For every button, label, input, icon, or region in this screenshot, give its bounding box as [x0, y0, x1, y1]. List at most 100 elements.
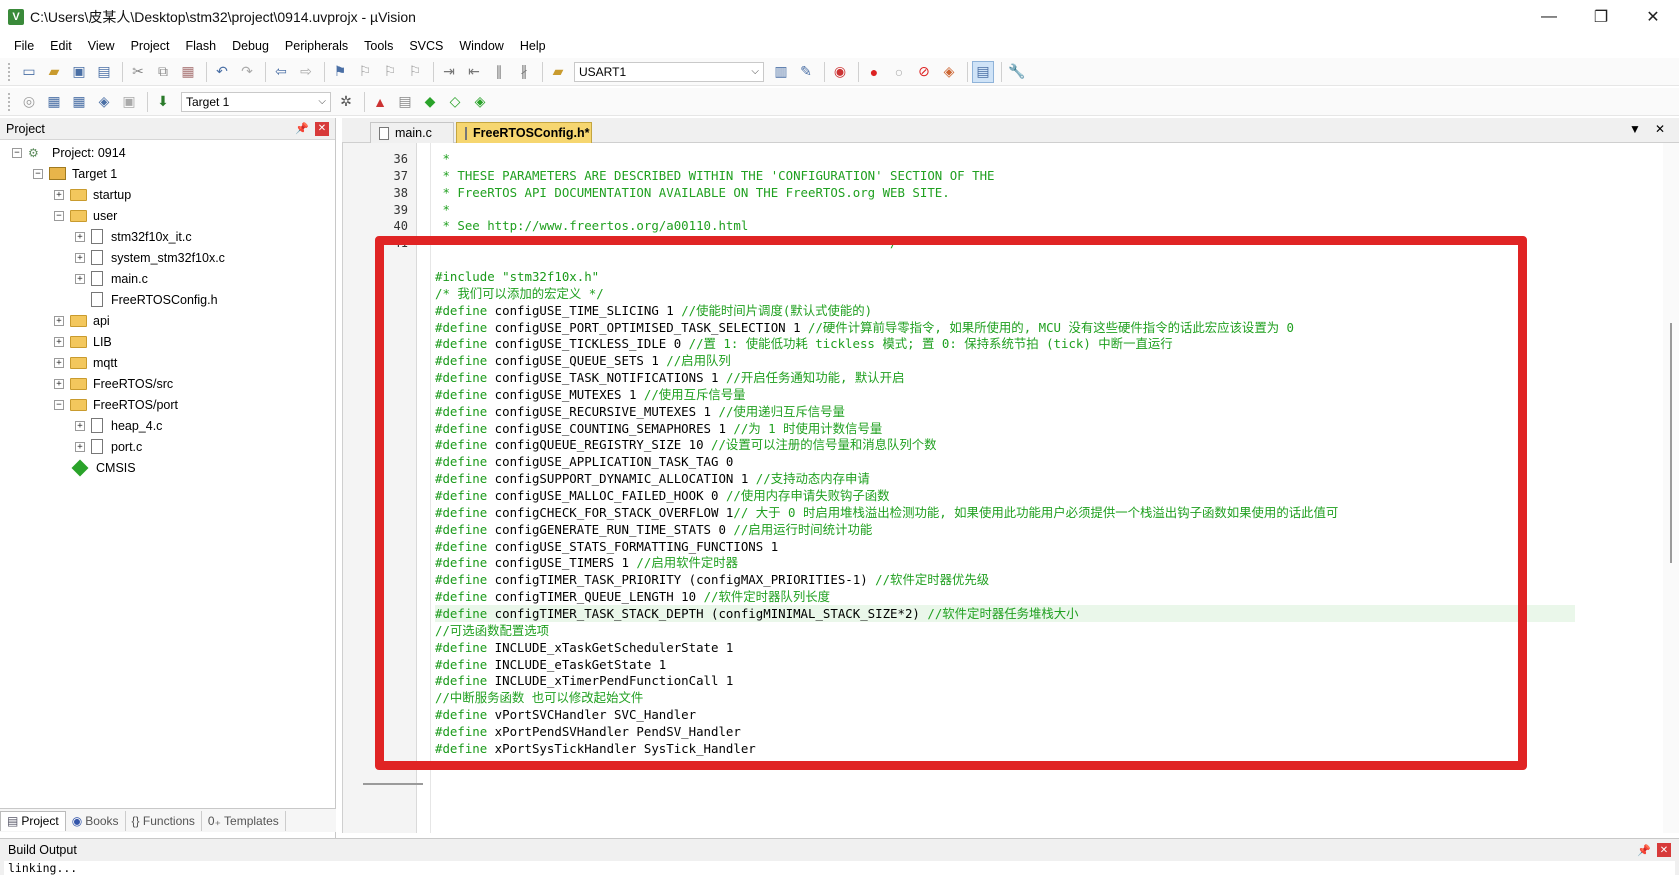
scroll-thumb[interactable]	[1670, 323, 1672, 563]
breakpoint-icon[interactable]: ●	[863, 61, 885, 83]
tree-item-system-stm32f10x-c[interactable]: + system_stm32f10x.c	[0, 247, 335, 268]
paste-icon[interactable]: ▦	[177, 61, 199, 83]
restore-button[interactable]: ❐	[1575, 0, 1627, 34]
code-editor[interactable]: 36 37 38 39 40 41 * * THESE PARAMETERS ARE DE…	[342, 143, 1679, 833]
incremental-find-icon[interactable]: ✎	[795, 61, 817, 83]
navigate-forward-icon[interactable]: ⇨	[295, 61, 317, 83]
expand-icon[interactable]: +	[75, 231, 85, 242]
pack-update-icon[interactable]: ◈	[469, 91, 491, 113]
tree-item-project-0914[interactable]: − ⚙ Project: 0914	[0, 142, 335, 163]
new-file-icon[interactable]: ▭	[18, 61, 40, 83]
tab-functions[interactable]: {} Functions	[126, 810, 202, 831]
navigate-back-icon[interactable]: ⇦	[270, 61, 292, 83]
tab-main-c[interactable]: main.c	[370, 122, 454, 143]
expand-icon[interactable]: +	[54, 315, 64, 326]
menu-view[interactable]: View	[80, 39, 123, 53]
indent-icon[interactable]: ⇥	[438, 61, 460, 83]
prev-bookmark-icon[interactable]: ⚐	[354, 61, 376, 83]
save-all-icon[interactable]: ▤	[93, 61, 115, 83]
close-button[interactable]: ✕	[1627, 0, 1679, 34]
run-time-env-icon[interactable]: ▤	[394, 91, 416, 113]
tree-item-main-c[interactable]: + main.c	[0, 268, 335, 289]
bookmark-icon[interactable]: ⚑	[329, 61, 351, 83]
tab-list-dropdown-icon[interactable]: ▼	[1629, 122, 1641, 136]
manage-components-icon[interactable]: ▲	[369, 91, 391, 113]
collapse-icon[interactable]: −	[54, 399, 64, 410]
tree-item-lib[interactable]: + LIB	[0, 331, 335, 352]
expand-icon[interactable]: +	[75, 273, 85, 284]
tree-item-freertosconfig-h[interactable]: FreeRTOSConfig.h	[0, 289, 335, 310]
vertical-scrollbar[interactable]	[1663, 143, 1679, 833]
find-in-files-icon[interactable]: ▰	[547, 61, 569, 83]
tree-item-heap-4-c[interactable]: + heap_4.c	[0, 415, 335, 436]
tree-item-api[interactable]: + api	[0, 310, 335, 331]
menu-edit[interactable]: Edit	[42, 39, 80, 53]
save-icon[interactable]: ▣	[68, 61, 90, 83]
cut-icon[interactable]: ✂	[127, 61, 149, 83]
configure-icon[interactable]: 🔧	[1006, 61, 1028, 83]
pack-installer-icon[interactable]: ◆	[419, 91, 441, 113]
download-icon[interactable]: ⬇	[152, 91, 174, 113]
kill-breakpoints-icon[interactable]: ⊘	[913, 61, 935, 83]
tree-item-target-1[interactable]: − Target 1	[0, 163, 335, 184]
tree-item-cmsis[interactable]: CMSIS	[0, 457, 335, 478]
find-combo[interactable]: USART1 ⌵	[574, 61, 764, 82]
pin-icon[interactable]: 📌	[295, 122, 309, 135]
expand-icon[interactable]: +	[54, 189, 64, 200]
close-panel-icon[interactable]: ✕	[1657, 843, 1671, 857]
target-combo[interactable]: Target 1 ⌵	[181, 91, 331, 112]
find-icon[interactable]: ▥	[770, 61, 792, 83]
toolbar-grip[interactable]	[8, 62, 12, 81]
tree-item-stm32f10x-it-c[interactable]: + stm32f10x_it.c	[0, 226, 335, 247]
menu-window[interactable]: Window	[451, 39, 511, 53]
collapse-icon[interactable]: −	[54, 210, 64, 221]
next-bookmark-icon[interactable]: ⚐	[379, 61, 401, 83]
unindent-icon[interactable]: ⇤	[463, 61, 485, 83]
open-folder-icon[interactable]: ▰	[43, 61, 65, 83]
close-panel-icon[interactable]: ✕	[315, 121, 329, 136]
tree-item-port-c[interactable]: + port.c	[0, 436, 335, 457]
expand-icon[interactable]: +	[54, 378, 64, 389]
tab-project[interactable]: ▤ Project	[0, 810, 66, 831]
target-options-icon[interactable]: ✲	[335, 91, 357, 113]
tree-item-startup[interactable]: + startup	[0, 184, 335, 205]
tree-item-user[interactable]: − user	[0, 205, 335, 226]
horizontal-scroll-thumb[interactable]	[363, 783, 423, 785]
rebuild-icon[interactable]: ▦	[68, 91, 90, 113]
expand-icon[interactable]: +	[75, 252, 85, 263]
fold-margin[interactable]	[417, 143, 431, 833]
debug-session-icon[interactable]: ◉	[829, 61, 851, 83]
stop-build-icon[interactable]: ▣	[118, 91, 140, 113]
menu-flash[interactable]: Flash	[177, 39, 224, 53]
tree-item-freertos-port[interactable]: − FreeRTOS/port	[0, 394, 335, 415]
tree-item-freertos-src[interactable]: + FreeRTOS/src	[0, 373, 335, 394]
batch-build-icon[interactable]: ◈	[93, 91, 115, 113]
tab-books[interactable]: ◉ Books	[66, 810, 126, 831]
menu-help[interactable]: Help	[512, 39, 554, 53]
minimize-button[interactable]: —	[1523, 0, 1575, 34]
expand-icon[interactable]: +	[75, 441, 85, 452]
undo-icon[interactable]: ↶	[211, 61, 233, 83]
select-packs-icon[interactable]: ◇	[444, 91, 466, 113]
build-icon[interactable]: ▦	[43, 91, 65, 113]
expand-icon[interactable]: +	[54, 357, 64, 368]
window-layout-icon[interactable]: ▤	[972, 60, 994, 83]
run-to-cursor-icon[interactable]: ◈	[938, 61, 960, 83]
expand-icon[interactable]: +	[54, 336, 64, 347]
menu-project[interactable]: Project	[123, 39, 178, 53]
collapse-icon[interactable]: −	[12, 147, 22, 158]
translate-icon[interactable]: ◎	[18, 91, 40, 113]
redo-icon[interactable]: ↷	[236, 61, 258, 83]
pin-icon[interactable]: 📌	[1637, 844, 1651, 857]
menu-tools[interactable]: Tools	[356, 39, 401, 53]
copy-icon[interactable]: ⧉	[152, 61, 174, 83]
menu-svcs[interactable]: SVCS	[401, 39, 451, 53]
menu-file[interactable]: File	[6, 39, 42, 53]
collapse-icon[interactable]: −	[33, 168, 43, 179]
uncomment-icon[interactable]: ∦	[513, 61, 535, 83]
tab-freertosconfig-h[interactable]: FreeRTOSConfig.h*	[456, 122, 592, 143]
toolbar-grip[interactable]	[8, 92, 12, 111]
menu-peripherals[interactable]: Peripherals	[277, 39, 356, 53]
tree-item-mqtt[interactable]: + mqtt	[0, 352, 335, 373]
expand-icon[interactable]: +	[75, 420, 85, 431]
